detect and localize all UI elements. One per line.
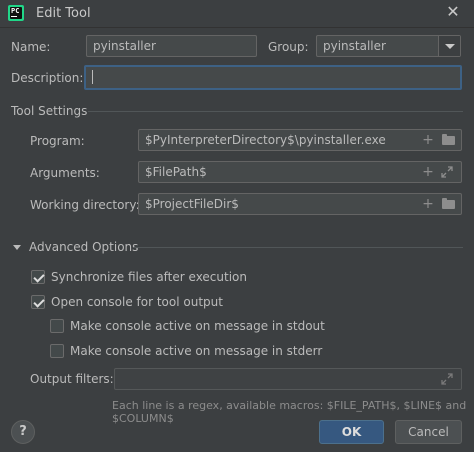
text-caret [92, 70, 93, 84]
description-label: Description: [11, 71, 84, 85]
program-field[interactable]: $PyInterpreterDirectory$\pyinstaller.exe… [138, 129, 462, 151]
window-title: Edit Tool [36, 6, 91, 21]
stdout-label[interactable]: Make console active on message in stdout [70, 319, 325, 333]
plus-icon[interactable]: + [421, 165, 435, 179]
ok-button[interactable]: OK [319, 420, 384, 444]
name-label: Name: [11, 40, 51, 54]
expand-icon[interactable] [441, 166, 453, 178]
stderr-checkbox[interactable] [50, 344, 64, 358]
tool-settings-title: Tool Settings [11, 104, 88, 118]
sync-label[interactable]: Synchronize files after execution [51, 270, 247, 284]
section-divider [88, 111, 463, 112]
chevron-down-icon[interactable] [438, 36, 460, 56]
description-field[interactable] [84, 65, 462, 90]
stderr-label[interactable]: Make console active on message in stderr [70, 344, 322, 358]
working-dir-label: Working directory: [30, 198, 140, 212]
close-icon[interactable]: ✕ [444, 3, 462, 21]
stdout-checkbox[interactable] [50, 319, 64, 333]
name-field[interactable]: pyinstaller [86, 35, 257, 57]
help-button[interactable]: ? [11, 420, 35, 444]
sync-checkbox[interactable] [31, 270, 45, 284]
output-filters-field[interactable] [114, 368, 462, 390]
program-value: $PyInterpreterDirectory$\pyinstaller.exe [145, 133, 386, 147]
group-select[interactable]: pyinstaller [316, 35, 461, 57]
folder-icon[interactable] [442, 198, 455, 209]
collapse-triangle-icon[interactable] [13, 245, 21, 250]
plus-icon[interactable]: + [421, 197, 435, 211]
working-dir-field[interactable]: $ProjectFileDir$ + [138, 193, 462, 215]
open-console-label[interactable]: Open console for tool output [51, 295, 223, 309]
arguments-label: Arguments: [30, 166, 100, 180]
section-divider [134, 247, 463, 248]
arguments-field[interactable]: $FilePath$ + [138, 161, 462, 183]
folder-icon[interactable] [442, 134, 455, 145]
program-label: Program: [30, 134, 85, 148]
open-console-checkbox[interactable] [31, 295, 45, 309]
group-label: Group: [268, 40, 309, 54]
group-select-value: pyinstaller [323, 39, 386, 53]
working-dir-value: $ProjectFileDir$ [145, 197, 239, 211]
pycharm-icon: PC [8, 5, 24, 21]
plus-icon[interactable]: + [421, 133, 435, 147]
cancel-button[interactable]: Cancel [395, 420, 462, 444]
arguments-value: $FilePath$ [145, 165, 207, 179]
advanced-options-title[interactable]: Advanced Options [29, 240, 138, 254]
title-bar: PC Edit Tool ✕ [0, 0, 474, 28]
output-filters-label: Output filters: [30, 372, 114, 386]
expand-icon[interactable] [441, 373, 453, 385]
